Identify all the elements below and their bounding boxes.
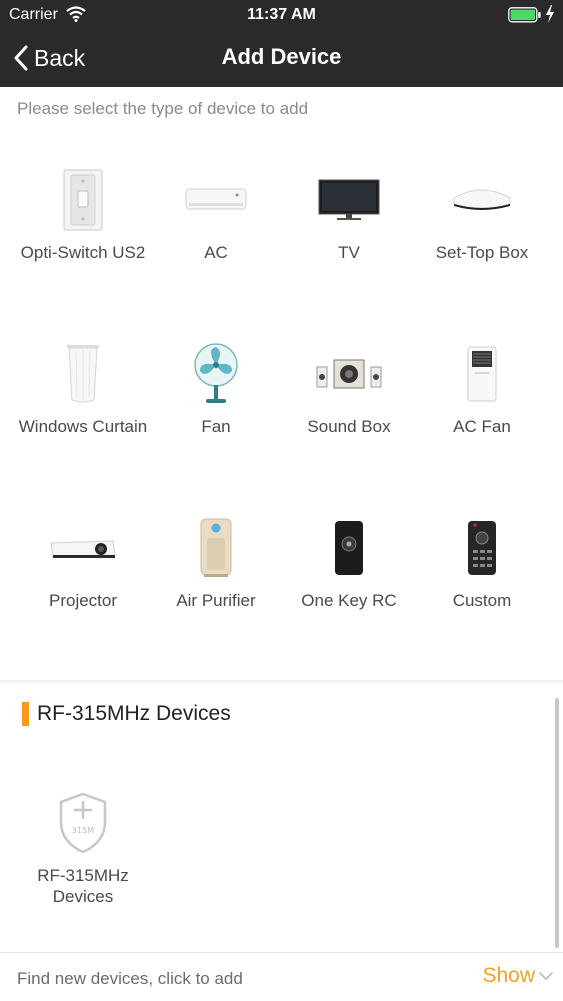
device-label: Sound Box (307, 417, 391, 436)
device-tile-windows-curtain[interactable]: Windows Curtain (17, 314, 149, 444)
device-label: Set-Top Box (435, 243, 529, 262)
shield-plus-icon: 315M (17, 788, 149, 858)
rf-section-title: RF-315MHz Devices (37, 702, 231, 725)
one-key-remote-icon (283, 513, 415, 583)
air-conditioner-icon (150, 165, 282, 235)
rf-section-header: RF-315MHz Devices (22, 702, 231, 726)
device-label: Windows Curtain (18, 417, 148, 436)
device-tile-ac[interactable]: AC (150, 140, 282, 270)
device-label: Air Purifier (176, 591, 256, 610)
page-title: Add Device (221, 44, 342, 69)
device-tile-ac-fan[interactable]: AC Fan (416, 314, 548, 444)
device-tile-fan[interactable]: Fan (150, 314, 282, 444)
set-top-box-icon (416, 165, 548, 235)
charging-bolt-icon (545, 5, 555, 28)
tv-icon (283, 165, 415, 235)
device-label: AC (204, 243, 228, 262)
device-label: Projector (48, 591, 118, 610)
device-label: TV (338, 243, 360, 262)
battery-icon (508, 7, 542, 28)
show-label: Show (482, 964, 535, 987)
wall-switch-icon (17, 165, 149, 235)
device-tile-air-purifier[interactable]: Air Purifier (150, 488, 282, 618)
find-devices-text: Find new devices, click to add (17, 969, 243, 988)
device-tile-tv[interactable]: TV (283, 140, 415, 270)
custom-remote-icon (416, 513, 548, 583)
scrollbar[interactable] (555, 698, 559, 948)
projector-icon (17, 513, 149, 583)
curtain-icon (17, 339, 149, 409)
footer-bar: Find new devices, click to add Show (0, 952, 563, 1001)
nav-bar: Back Add Device (0, 30, 563, 87)
device-tile-set-top-box[interactable]: Set-Top Box (416, 140, 548, 270)
sound-box-icon (283, 339, 415, 409)
ac-fan-icon (416, 339, 548, 409)
instruction-text: Please select the type of device to add (17, 99, 309, 118)
clock: 11:37 AM (247, 6, 316, 23)
device-label: One Key RC (301, 591, 397, 610)
device-label: Fan (201, 417, 231, 436)
section-divider (0, 680, 563, 683)
device-tile-one-key-rc[interactable]: One Key RC (283, 488, 415, 618)
device-label: RF-315MHz Devices (37, 866, 129, 906)
device-label: Opti-Switch US2 (20, 243, 146, 262)
device-tile-custom[interactable]: Custom (416, 488, 548, 618)
device-tile-sound-box[interactable]: Sound Box (283, 314, 415, 444)
device-label: Custom (452, 591, 512, 610)
status-bar: Carrier 11:37 AM (0, 0, 563, 30)
device-tile-projector[interactable]: Projector (17, 488, 149, 618)
show-button[interactable]: Show (482, 964, 555, 988)
section-accent-bar (22, 702, 29, 726)
air-purifier-icon (150, 513, 282, 583)
device-tile-rf-315mhz[interactable]: 315M RF-315MHz Devices (17, 776, 149, 906)
chevron-down-icon (539, 972, 553, 980)
fan-icon (150, 339, 282, 409)
shield-315m-text: 315M (72, 826, 94, 835)
device-label: AC Fan (453, 417, 511, 436)
device-tile-opti-switch[interactable]: Opti-Switch US2 (17, 140, 149, 270)
